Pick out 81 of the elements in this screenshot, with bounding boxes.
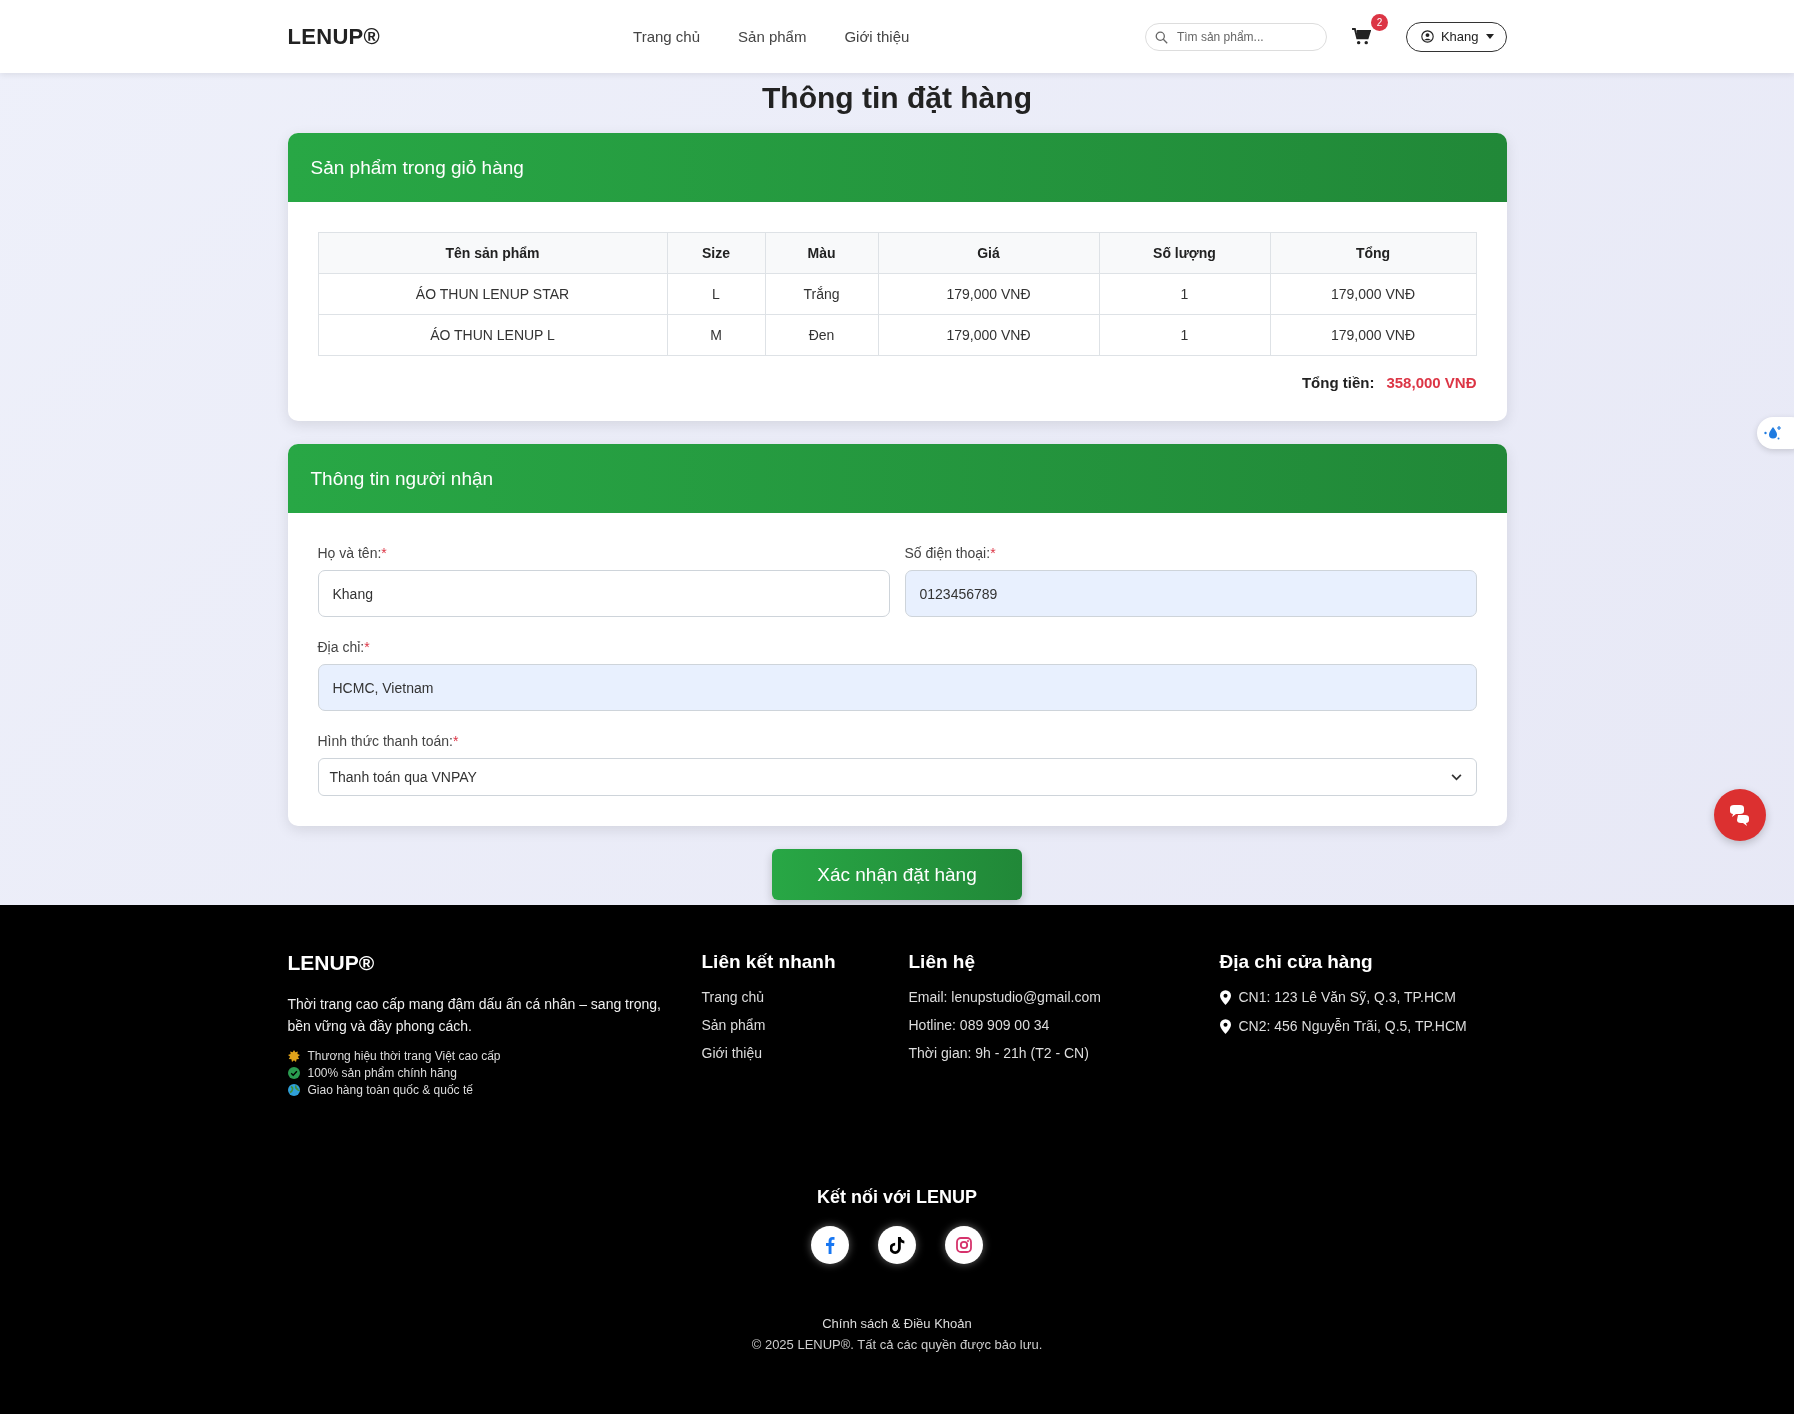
- input-field[interactable]: HCMC, Vietnam: [317, 664, 1477, 711]
- about-text: Thời trang cao cấp mang đậm dấu ấn cá nhân – sang trọng, bền vững và đầy phong cách.: [287, 995, 662, 1036]
- required-mark: *: [990, 545, 996, 561]
- chat-icon: [1728, 804, 1752, 826]
- contact-text: Hotline: 089 909 00 34: [908, 1017, 1051, 1033]
- table-cell: 179,000 VNĐ: [1270, 273, 1476, 315]
- footer-logo: LENUP®: [287, 951, 376, 975]
- logo[interactable]: LENUP®: [287, 23, 381, 50]
- required-mark: *: [381, 545, 387, 561]
- footer-heading: Địa chỉ cửa hàng: [1219, 951, 1374, 973]
- user-menu-button[interactable]: Khang: [1405, 21, 1507, 52]
- store-address: CN2: 456 Nguyễn Trãi, Q.5, TP.HCM: [1238, 1018, 1467, 1034]
- confirm-order-button[interactable]: Xác nhận đặt hàng: [772, 849, 1022, 900]
- cart-icon[interactable]: [1351, 28, 1371, 45]
- nav-link[interactable]: Trang chủ: [633, 28, 701, 45]
- copyright-text: © 2025 LENUP®. Tất cả các quyền được bảo lưu.: [751, 1337, 1043, 1352]
- map-pin-icon: [1219, 1018, 1231, 1034]
- chat-button[interactable]: [1714, 789, 1766, 841]
- card-title: Thông tin người nhận: [310, 467, 494, 490]
- column-header: Số lượng: [1099, 232, 1270, 274]
- column-header: Size: [667, 232, 765, 274]
- required-mark: *: [452, 733, 459, 749]
- footer-heading: Liên hệ: [908, 951, 976, 973]
- field-label: Địa chỉ:: [317, 639, 365, 655]
- footer-link[interactable]: Giới thiệu: [701, 1045, 909, 1061]
- table-cell: 1: [1099, 314, 1270, 356]
- table-cell: 179,000 VNĐ: [878, 314, 1099, 356]
- nav-link[interactable]: Giới thiệu: [844, 28, 910, 45]
- sun-icon: [287, 1050, 300, 1062]
- search-field[interactable]: Tìm sản phẩm...: [1144, 22, 1327, 51]
- column-header: Giá: [878, 232, 1099, 274]
- table-cell: ÁO THUN LENUP STAR: [318, 273, 667, 315]
- total-value: 358,000 VNĐ: [1386, 374, 1477, 391]
- store-address: CN1: 123 Lê Văn Sỹ, Q.3, TP.HCM: [1238, 989, 1456, 1005]
- field-label: Số điện thoại:: [904, 545, 991, 561]
- facebook-button[interactable]: [811, 1226, 849, 1264]
- contact-text: Email: lenupstudio@gmail.com: [908, 989, 1102, 1005]
- page-title: Thông tin đặt hàng: [761, 81, 1033, 115]
- caret-icon: [1485, 34, 1494, 39]
- table-cell: 179,000 VNĐ: [1270, 314, 1476, 356]
- check-circle-icon: [287, 1067, 300, 1079]
- instagram-button[interactable]: [945, 1226, 983, 1264]
- tiktok-icon: [889, 1236, 905, 1254]
- floating-widget-button[interactable]: [1757, 417, 1794, 449]
- table-cell: 1: [1099, 273, 1270, 315]
- connect-heading: Kết nối với LENUP: [817, 1187, 977, 1208]
- map-pin-icon: [1219, 989, 1231, 1005]
- globe-icon: [287, 1084, 300, 1096]
- table-cell: 179,000 VNĐ: [878, 273, 1099, 315]
- user-icon: [1420, 30, 1434, 43]
- column-header: Tên sản phẩm: [318, 232, 667, 274]
- chevron-down-icon: [1450, 773, 1462, 781]
- nav-link[interactable]: Sản phẩm: [738, 28, 807, 45]
- column-header: Màu: [765, 232, 878, 274]
- table-cell: Đen: [765, 314, 878, 356]
- policy-link[interactable]: Chính sách & Điều Khoản: [822, 1316, 972, 1331]
- water-drop-icon: [1763, 425, 1783, 441]
- required-mark: *: [364, 639, 370, 655]
- cart-count-badge: 2: [1370, 14, 1388, 31]
- payment-select[interactable]: Thanh toán qua VNPAY: [317, 758, 1477, 796]
- instagram-icon: [956, 1237, 972, 1253]
- highlight-text: Thương hiệu thời trang Việt cao cấp: [307, 1049, 501, 1063]
- input-field[interactable]: Khang: [317, 570, 890, 617]
- highlight-text: Giao hàng toàn quốc & quốc tế: [307, 1083, 473, 1097]
- field-label: Họ và tên:: [317, 545, 382, 561]
- column-header: Tổng: [1270, 232, 1476, 274]
- card-title: Sản phẩm trong giỏ hàng: [310, 156, 524, 179]
- table-cell: Trắng: [765, 273, 878, 315]
- field-label: Hình thức thanh toán:: [317, 733, 453, 749]
- table-cell: L: [667, 273, 765, 315]
- total-label: Tổng tiền:: [1301, 374, 1375, 391]
- highlight-text: 100% sản phẩm chính hãng: [307, 1066, 457, 1080]
- facebook-icon: [825, 1236, 835, 1254]
- input-field[interactable]: 0123456789: [904, 570, 1477, 617]
- table-cell: ÁO THUN LENUP L: [318, 314, 667, 356]
- footer-link[interactable]: Trang chủ: [701, 989, 909, 1005]
- tiktok-button[interactable]: [878, 1226, 916, 1264]
- footer-link[interactable]: Sản phẩm: [701, 1017, 909, 1033]
- contact-text: Thời gian: 9h - 21h (T2 - CN): [908, 1045, 1090, 1061]
- footer-heading: Liên kết nhanh: [701, 951, 837, 973]
- table-cell: M: [667, 314, 765, 356]
